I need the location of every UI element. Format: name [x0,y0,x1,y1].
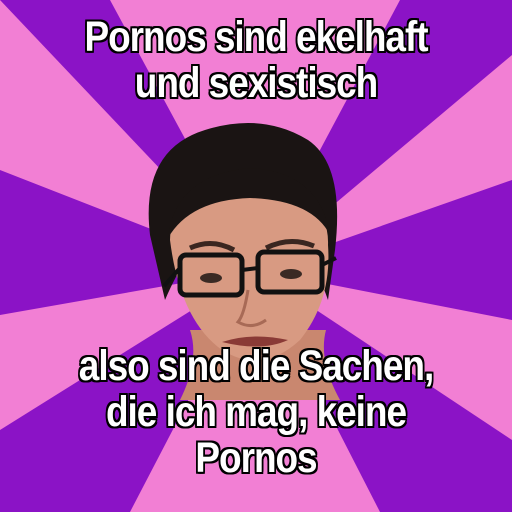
bottom-caption-line: also sind die Sachen, [78,342,434,390]
top-caption-line: und sexistisch [134,59,378,107]
top-caption-line: Pornos sind ekelhaft [84,13,428,61]
bottom-caption-line: Pornos [195,434,317,482]
bottom-caption: also sind die Sachen, die ich mag, keine… [36,343,476,481]
meme-image: Pornos sind ekelhaft und sexistisch also… [0,0,512,512]
bottom-caption-line: die ich mag, keine [105,388,407,436]
top-caption: Pornos sind ekelhaft und sexistisch [36,14,476,106]
